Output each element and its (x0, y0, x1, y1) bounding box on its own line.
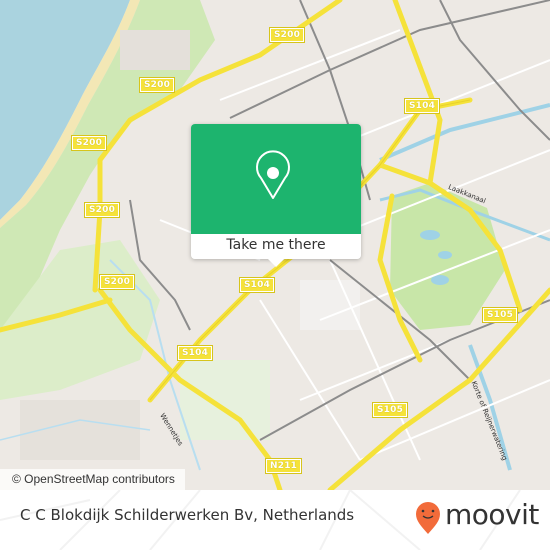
route-shield: N211 (266, 459, 302, 473)
route-shield: S104 (405, 99, 440, 113)
footer: C C Blokdijk Schilderwerken Bv, Netherla… (0, 490, 550, 550)
route-shield: S104 (178, 346, 213, 360)
route-shield: S104 (240, 278, 275, 292)
place-name: C C Blokdijk Schilderwerken Bv, Netherla… (20, 506, 355, 524)
route-shield: S200 (72, 136, 107, 150)
popup-pointer (268, 259, 284, 267)
map-view[interactable]: S200 S200 S200 S200 S200 S104 S104 S104 … (0, 0, 550, 490)
route-shield: S200 (140, 78, 175, 92)
moovit-pin-icon (416, 502, 440, 534)
map-attribution[interactable]: © OpenStreetMap contributors (0, 469, 185, 490)
route-shield: S200 (270, 28, 305, 42)
location-popup[interactable]: Take me there (191, 124, 361, 267)
popup-header (191, 124, 361, 234)
map-pin-icon (256, 150, 290, 199)
take-me-there-button[interactable]: Take me there (191, 234, 361, 259)
route-shield: S200 (100, 275, 135, 289)
moovit-wordmark: moovit (445, 498, 539, 531)
route-shield: S105 (483, 308, 518, 322)
route-shield: S105 (373, 403, 408, 417)
route-shield: S200 (85, 203, 120, 217)
